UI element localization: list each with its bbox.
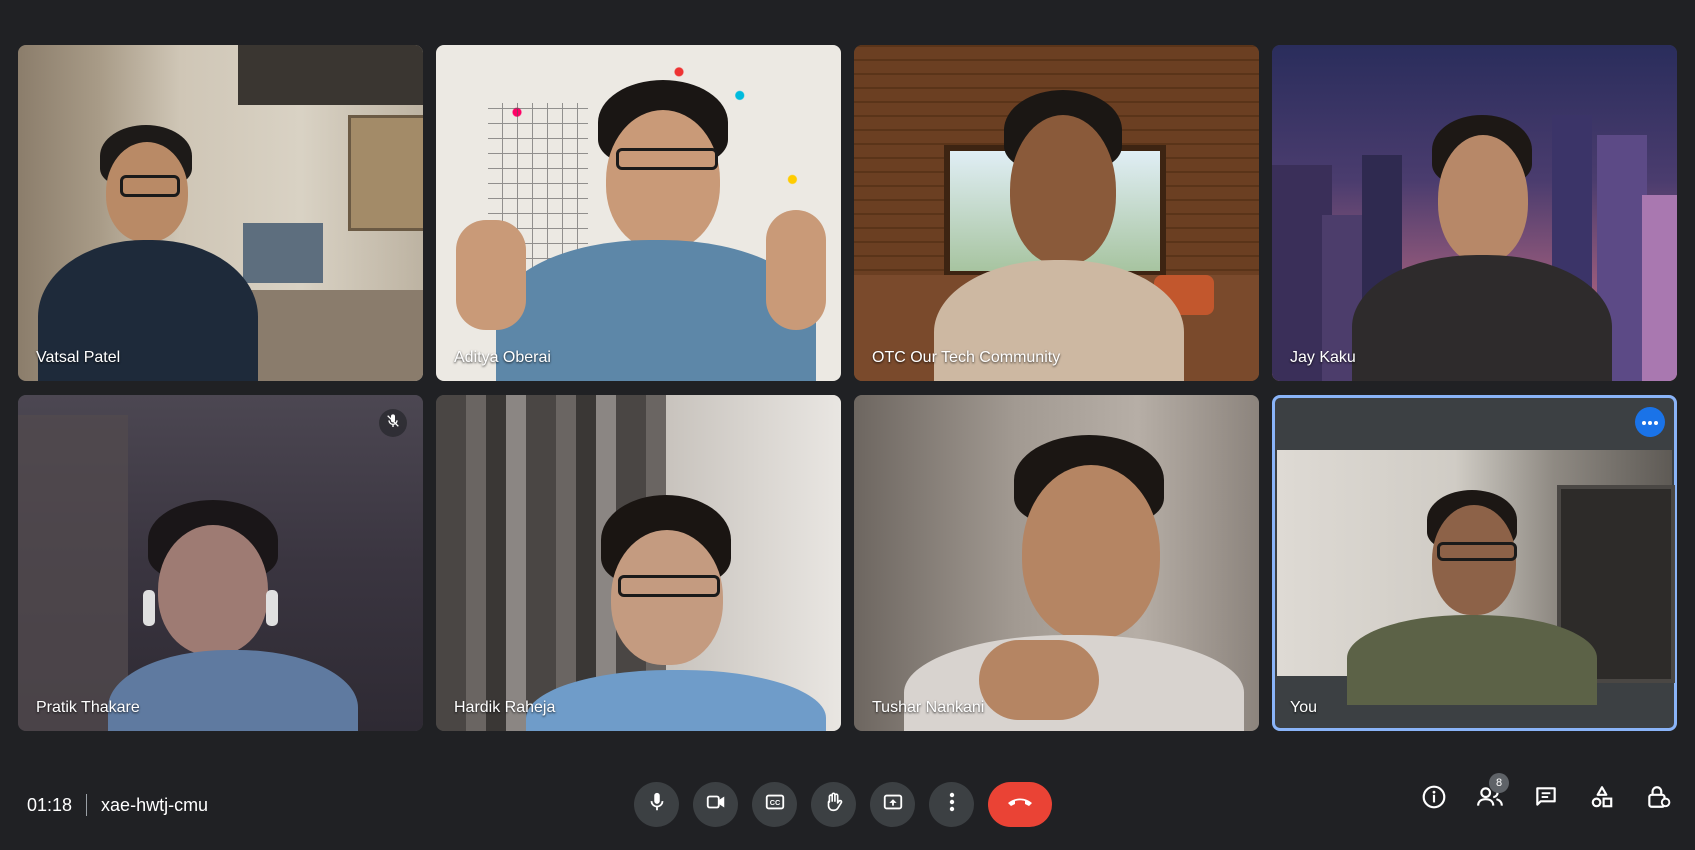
participant-tile[interactable]: Hardik Raheja (436, 395, 841, 731)
participant-tile[interactable]: Pratik Thakare (18, 395, 423, 731)
meeting-details-button[interactable] (1419, 784, 1449, 814)
participant-name: You (1290, 699, 1317, 716)
more-horiz-icon (1641, 413, 1659, 431)
svg-text:CC: CC (769, 798, 780, 807)
video-grid: Vatsal Patel Aditya Oberai OTC Our Tech … (18, 45, 1678, 733)
mic-off-icon (385, 413, 401, 434)
end-call-button[interactable] (988, 782, 1052, 827)
end-call-icon (1006, 795, 1034, 814)
video-feed (854, 395, 1259, 731)
meeting-info: 01:18 xae-hwtj-cmu (27, 794, 208, 816)
muted-indicator (379, 409, 407, 437)
video-feed (1277, 450, 1675, 705)
participant-name: Vatsal Patel (36, 349, 121, 366)
video-feed (18, 45, 423, 381)
participant-tile[interactable]: Jay Kaku (1272, 45, 1677, 381)
video-feed (854, 45, 1259, 381)
participant-name: Jay Kaku (1290, 349, 1356, 366)
participant-name: Tushar Nankani (872, 699, 985, 716)
meeting-code: xae-hwtj-cmu (101, 794, 209, 815)
more-options-button[interactable] (929, 782, 974, 827)
participant-tile[interactable]: Aditya Oberai (436, 45, 841, 381)
present-button[interactable] (870, 782, 915, 827)
participant-tile[interactable]: Vatsal Patel (18, 45, 423, 381)
captions-icon: CC (764, 791, 786, 818)
chat-button[interactable] (1531, 784, 1561, 814)
video-feed (436, 395, 841, 731)
more-options-button[interactable] (1635, 407, 1665, 437)
participant-name: Aditya Oberai (454, 349, 551, 366)
participant-name: OTC Our Tech Community (872, 349, 1061, 366)
host-controls-icon (1645, 784, 1671, 815)
present-icon (882, 791, 904, 818)
bottom-toolbar: 01:18 xae-hwtj-cmu CC 8 (0, 770, 1695, 840)
meeting-time: 01:18 (27, 794, 73, 815)
camera-icon (705, 791, 727, 818)
activities-button[interactable] (1587, 784, 1617, 814)
raise-hand-button[interactable] (811, 782, 856, 827)
microphone-icon (646, 791, 668, 818)
participant-name: Hardik Raheja (454, 699, 556, 716)
call-controls: CC (634, 782, 1052, 827)
people-count-badge: 8 (1489, 773, 1509, 793)
raise-hand-icon (823, 791, 845, 818)
side-panel-buttons: 8 (1419, 773, 1673, 814)
participant-tile[interactable]: OTC Our Tech Community (854, 45, 1259, 381)
host-controls-button[interactable] (1643, 784, 1673, 814)
participant-tile[interactable]: Tushar Nankani (854, 395, 1259, 731)
more-options-icon (949, 792, 955, 817)
activities-icon (1589, 784, 1615, 815)
video-feed (18, 395, 423, 731)
video-feed (1272, 45, 1677, 381)
chat-icon (1533, 784, 1559, 815)
camera-button[interactable] (693, 782, 738, 827)
divider (86, 794, 88, 816)
microphone-button[interactable] (634, 782, 679, 827)
video-feed (436, 45, 841, 381)
people-button[interactable]: 8 (1475, 773, 1509, 814)
captions-button[interactable]: CC (752, 782, 797, 827)
info-icon (1421, 784, 1447, 815)
participant-name: Pratik Thakare (36, 699, 140, 716)
self-view-tile[interactable]: You (1272, 395, 1677, 731)
